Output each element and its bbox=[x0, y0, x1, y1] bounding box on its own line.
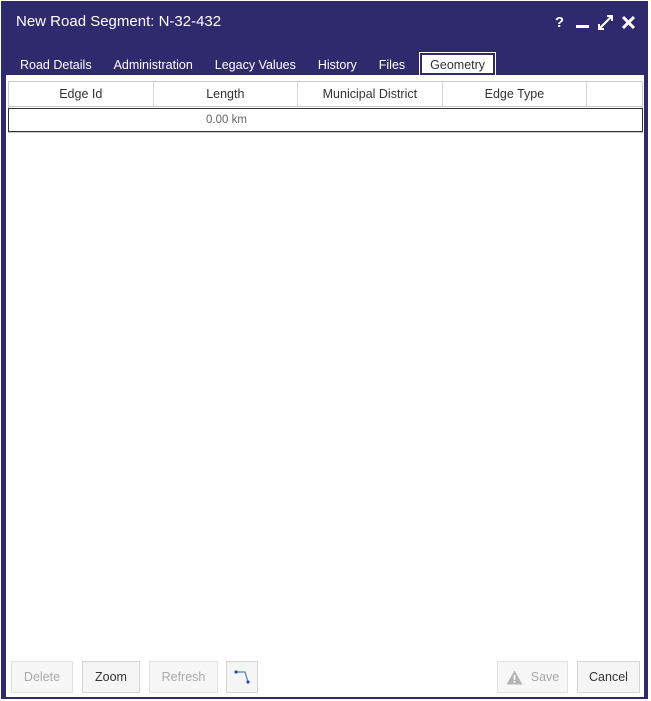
maximize-icon[interactable] bbox=[598, 13, 613, 31]
grid-header: Edge Id Length Municipal District Edge T… bbox=[9, 82, 642, 107]
tab-geometry[interactable]: Geometry bbox=[419, 52, 497, 76]
column-header-edge-id[interactable]: Edge Id bbox=[9, 82, 154, 106]
column-header-edge-type[interactable]: Edge Type bbox=[443, 82, 588, 106]
delete-button[interactable]: Delete bbox=[11, 661, 73, 693]
column-header-spacer bbox=[587, 82, 642, 106]
cell-length: 0.00 km bbox=[206, 114, 247, 126]
tab-legacy-values[interactable]: Legacy Values bbox=[204, 53, 307, 75]
geometry-panel: Edge Id Length Municipal District Edge T… bbox=[6, 75, 644, 697]
cell-edge-type bbox=[444, 109, 589, 131]
cell-edge-id bbox=[9, 109, 154, 131]
edges-grid: Edge Id Length Municipal District Edge T… bbox=[8, 81, 643, 133]
minimize-icon[interactable] bbox=[575, 13, 590, 31]
tab-history[interactable]: History bbox=[307, 53, 368, 75]
column-header-length[interactable]: Length bbox=[154, 82, 299, 106]
column-header-municipal-district[interactable]: Municipal District bbox=[298, 82, 443, 106]
cancel-button[interactable]: Cancel bbox=[577, 661, 640, 693]
save-label: Save bbox=[530, 670, 560, 684]
table-row[interactable]: 0.00 km bbox=[8, 108, 643, 132]
tab-administration[interactable]: Administration bbox=[103, 53, 204, 75]
zoom-button[interactable]: Zoom bbox=[82, 661, 140, 693]
road-segment-dialog: New Road Segment: N-32-432 ? Road Detail… bbox=[1, 1, 648, 699]
tab-files[interactable]: Files bbox=[368, 53, 416, 75]
help-icon[interactable]: ? bbox=[552, 13, 567, 31]
dialog-titlebar[interactable]: New Road Segment: N-32-432 ? bbox=[1, 1, 648, 47]
draw-geometry-button[interactable] bbox=[226, 661, 258, 693]
close-icon[interactable] bbox=[621, 13, 636, 31]
refresh-button[interactable]: Refresh bbox=[149, 661, 218, 693]
polyline-edit-icon bbox=[234, 670, 250, 684]
help-glyph: ? bbox=[554, 13, 565, 31]
cell-municipal-district bbox=[299, 109, 444, 131]
tab-bar: Road Details Administration Legacy Value… bbox=[9, 52, 497, 76]
save-button[interactable]: Save bbox=[497, 661, 568, 693]
tab-road-details[interactable]: Road Details bbox=[9, 53, 103, 75]
window-controls: ? bbox=[552, 13, 636, 31]
dialog-footer: Delete Zoom Refresh Save Cancel bbox=[10, 661, 642, 695]
dialog-title: New Road Segment: N-32-432 bbox=[16, 13, 222, 30]
warning-icon bbox=[506, 670, 523, 684]
